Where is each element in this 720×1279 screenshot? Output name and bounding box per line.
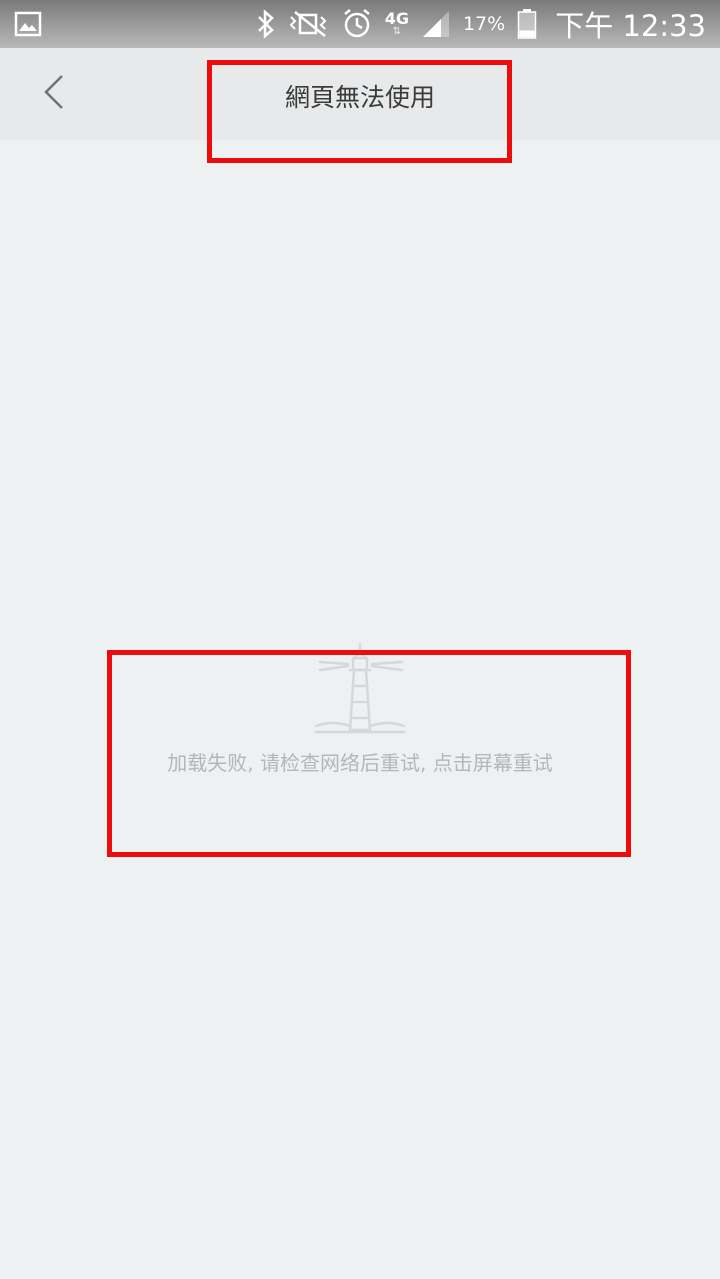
status-bar-right: 4G ⇅ 17% 下午 12:33 [255, 3, 706, 45]
bluetooth-icon [255, 9, 277, 39]
annotation-box-title [207, 60, 512, 163]
signal-icon [421, 9, 451, 39]
gallery-icon [14, 10, 42, 38]
status-bar-left [14, 10, 255, 38]
network-type-label: 4G [384, 9, 409, 28]
battery-percent: 17% [462, 13, 506, 35]
status-bar: 4G ⇅ 17% 下午 12:33 [0, 0, 720, 48]
vibrate-icon [289, 9, 329, 39]
status-time: 下午 12:33 [555, 9, 706, 43]
annotation-box-error [107, 650, 631, 857]
battery-icon [517, 8, 537, 40]
network-type: 4G ⇅ [385, 11, 409, 37]
network-arrows-icon: ⇅ [392, 26, 402, 37]
alarm-icon [341, 8, 373, 40]
